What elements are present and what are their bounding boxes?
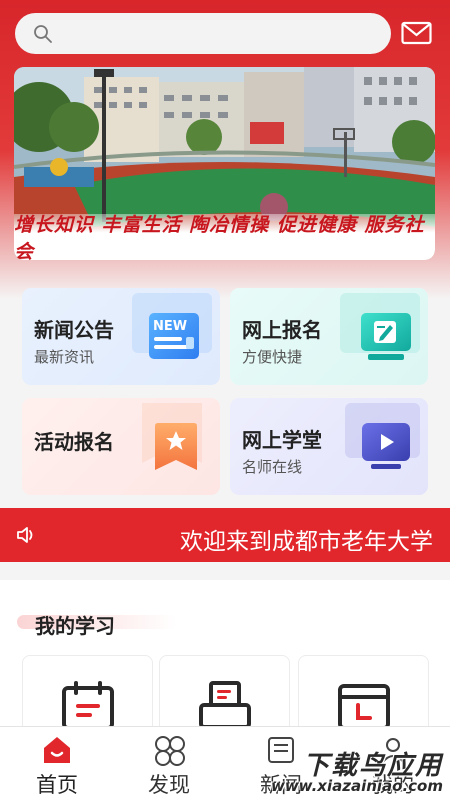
home-icon — [44, 737, 70, 763]
study-item-schedule[interactable] — [22, 655, 153, 735]
online-signup-card[interactable]: 网上报名 方便快捷 — [230, 288, 428, 385]
activity-badge-icon — [155, 423, 197, 470]
activity-signup-card[interactable]: 活动报名 — [22, 398, 220, 495]
news-icon: NEW — [149, 313, 199, 359]
tab-discover[interactable]: 发现 — [114, 727, 224, 800]
mail-icon[interactable] — [401, 19, 432, 47]
tab-label: 首页 — [36, 773, 78, 797]
online-school-card[interactable]: 网上学堂 名师在线 — [230, 398, 428, 495]
card-subtitle: 方便快捷 — [242, 348, 303, 366]
search-bar[interactable] — [15, 13, 391, 54]
online-signup-icon — [361, 313, 411, 360]
calendar-icon — [62, 681, 114, 730]
printer-icon — [199, 681, 251, 729]
card-subtitle: 最新资讯 — [34, 348, 95, 366]
notice-text: 欢迎来到成都市老年大学 — [180, 529, 433, 555]
tab-label: 发现 — [148, 773, 190, 797]
calendar-l-icon — [338, 684, 390, 730]
search-input[interactable] — [63, 24, 363, 43]
card-title: 网上报名 — [242, 318, 322, 342]
discover-icon — [155, 736, 185, 766]
section-title: 我的学习 — [35, 614, 115, 638]
news-announcement-card[interactable]: 新闻公告 最新资讯 NEW — [22, 288, 220, 385]
my-study-section: 我的学习 — [0, 580, 450, 735]
my-study-heading: 我的学习 — [17, 610, 177, 638]
tab-home[interactable]: 首页 — [2, 727, 112, 800]
study-item-attendance[interactable] — [298, 655, 429, 735]
card-title: 新闻公告 — [34, 318, 114, 342]
video-play-icon — [362, 423, 410, 469]
site-watermark: 下载鸟应用 www.xiazainiao.com — [271, 745, 447, 797]
news-icon-text: NEW — [153, 319, 187, 334]
campus-banner[interactable]: 增长知识 丰富生活 陶冶情操 促进健康 服务社会 — [14, 67, 435, 260]
card-title: 活动报名 — [34, 430, 114, 454]
search-icon — [34, 24, 52, 43]
banner-slogan: 增长知识 丰富生活 陶冶情操 促进健康 服务社会 — [14, 214, 435, 260]
study-item-print[interactable] — [159, 655, 290, 735]
speaker-icon — [17, 527, 33, 543]
watermark-url: www.xiazainiao.com — [270, 777, 443, 795]
top-header — [0, 0, 450, 66]
card-title: 网上学堂 — [242, 428, 322, 452]
card-subtitle: 名师在线 — [242, 458, 303, 476]
notice-marquee[interactable]: 欢迎来到成都市老年大学 — [0, 508, 450, 562]
